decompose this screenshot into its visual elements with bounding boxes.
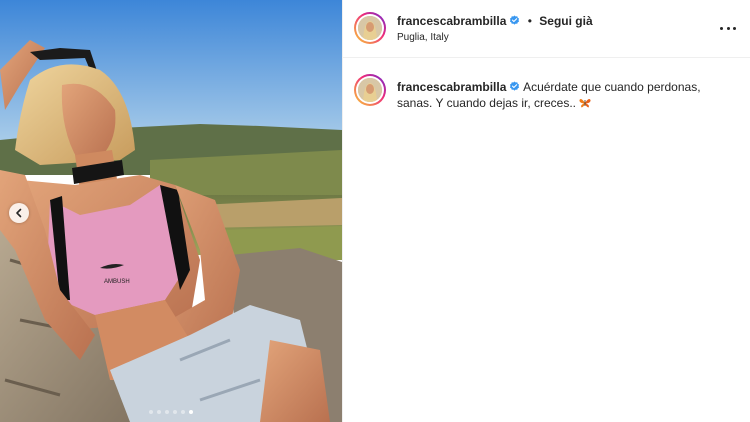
carousel-prev-button[interactable] <box>9 203 29 223</box>
butterfly-emoji-icon <box>579 98 591 108</box>
separator-dot: • <box>527 14 532 28</box>
verified-badge-icon <box>509 15 520 26</box>
location-link[interactable]: Puglia, Italy <box>397 32 449 43</box>
caption-username-link[interactable]: francescabrambilla <box>397 80 506 94</box>
carousel-dot <box>149 410 153 414</box>
more-options-icon <box>720 26 723 30</box>
carousel-dot-active <box>189 410 193 414</box>
following-button[interactable]: Segui già <box>539 14 592 28</box>
profile-photo <box>358 78 382 102</box>
more-options-button[interactable] <box>720 20 736 36</box>
post-side-panel: francescabrambilla • Segui già Puglia, I… <box>342 0 750 422</box>
caption-text-block: francescabrambilla Acuérdate que cuando … <box>397 79 737 111</box>
more-options-icon <box>733 26 736 30</box>
profile-photo <box>358 16 382 40</box>
chevron-left-icon <box>16 208 22 218</box>
header-title-line: francescabrambilla • Segui già <box>397 14 593 28</box>
post-header: francescabrambilla • Segui già Puglia, I… <box>343 0 750 58</box>
svg-text:AMBUSH: AMBUSH <box>104 279 130 285</box>
post-media[interactable]: AMBUSH <box>0 0 342 422</box>
carousel-dots <box>0 410 342 414</box>
carousel-dot <box>173 410 177 414</box>
instagram-post: AMBUSH francescabrambilla • Segui già Pu… <box>0 0 750 422</box>
username-link[interactable]: francescabrambilla <box>397 14 506 28</box>
carousel-dot <box>157 410 161 414</box>
more-options-icon <box>726 26 730 30</box>
verified-badge-icon <box>509 81 520 92</box>
avatar[interactable] <box>354 74 386 106</box>
post-photo: AMBUSH <box>0 0 342 422</box>
avatar[interactable] <box>354 12 386 44</box>
carousel-dot <box>165 410 169 414</box>
carousel-dot <box>181 410 185 414</box>
